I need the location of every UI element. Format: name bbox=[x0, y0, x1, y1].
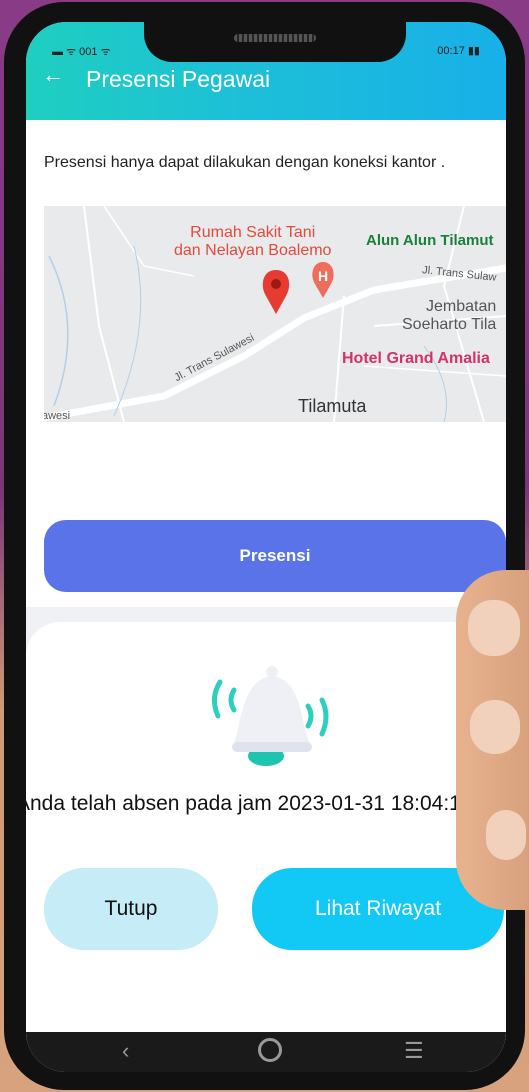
hand-fingers bbox=[456, 570, 529, 910]
nav-menu-icon[interactable]: ☰ bbox=[404, 1038, 424, 1064]
svg-text:H: H bbox=[318, 268, 328, 284]
map-label-hospital-text: Rumah Sakit Tani dan Nelayan Boalemo bbox=[174, 224, 332, 259]
connection-notice: Presensi hanya dapat dilakukan dengan ko… bbox=[44, 154, 446, 171]
phone-screen: ▬ ᯤ 001 ᯤ 00:17 ▮▮ ← Presensi Pegawai Pr… bbox=[26, 22, 506, 1072]
camera-notch bbox=[144, 22, 406, 62]
map-label-edge: awesi bbox=[44, 410, 71, 422]
location-map[interactable]: H Rumah Sakit Tani dan Nelayan Boalemo A… bbox=[44, 206, 506, 422]
status-bar-left: ▬ ᯤ 001 ᯤ bbox=[52, 46, 111, 58]
attendance-dialog: Anda telah absen pada jam 2023-01-31 18:… bbox=[26, 622, 506, 1042]
map-label-hospital: Rumah Sakit Tani dan Nelayan Boalemo bbox=[174, 224, 331, 260]
status-bar-right: 00:17 ▮▮ bbox=[437, 45, 480, 57]
finger-nail bbox=[468, 600, 520, 656]
phone-frame: ▬ ᯤ 001 ᯤ 00:17 ▮▮ ← Presensi Pegawai Pr… bbox=[4, 2, 525, 1090]
bell-icon bbox=[212, 666, 329, 766]
map-label-hotel: Hotel Grand Amalia bbox=[342, 350, 490, 367]
close-button[interactable]: Tutup bbox=[44, 868, 218, 950]
finger-nail bbox=[486, 810, 526, 860]
location-pin-icon bbox=[262, 270, 290, 314]
nav-back-icon[interactable]: ‹ bbox=[122, 1038, 129, 1064]
hospital-marker-icon: H bbox=[312, 262, 334, 298]
back-arrow-icon[interactable]: ← bbox=[42, 62, 64, 88]
page-title: Presensi Pegawai bbox=[86, 66, 271, 92]
map-label-town: Tilamuta bbox=[298, 396, 367, 416]
map-label-jembatan: Jembatan Soeharto Tila bbox=[402, 298, 497, 333]
attendance-message: Anda telah absen pada jam 2023-01-31 18:… bbox=[26, 792, 473, 815]
speaker-grille bbox=[234, 34, 316, 42]
finger-nail bbox=[470, 700, 520, 754]
nav-home-icon[interactable] bbox=[258, 1038, 282, 1062]
presensi-button[interactable]: Presensi bbox=[44, 520, 506, 592]
map-label-alun-alun: Alun Alun Tilamut bbox=[366, 232, 494, 249]
system-nav-bar: ‹ ☰ bbox=[26, 1032, 506, 1072]
